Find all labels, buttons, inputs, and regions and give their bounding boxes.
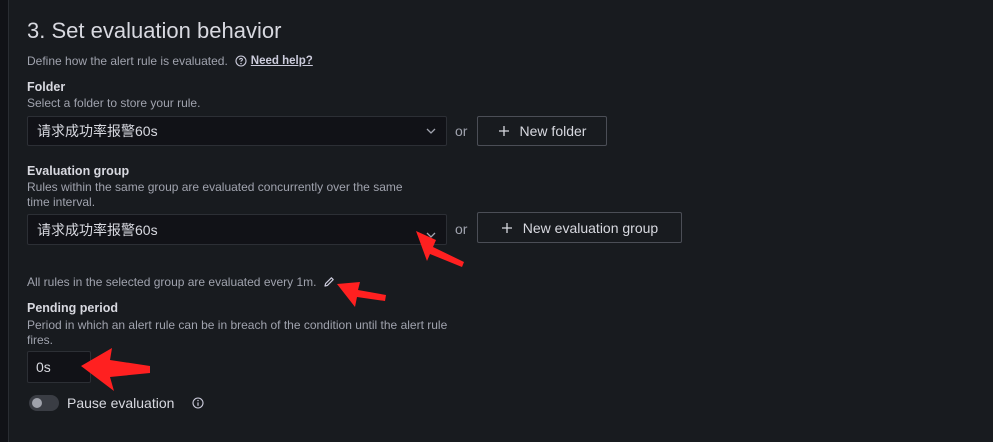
evaluation-interval-row: All rules in the selected group are eval… [27,275,335,289]
evaluation-group-select-value: 请求成功率报警60s [37,221,158,238]
pending-period-value: 0s [36,359,51,375]
edit-interval-button[interactable] [323,276,335,288]
section-description: Define how the alert rule is evaluated. [27,54,228,68]
pause-evaluation-toggle[interactable] [29,395,59,411]
new-folder-button[interactable]: New folder [477,116,607,146]
folder-description: Select a folder to store your rule. [27,96,201,110]
question-circle-icon [235,55,247,67]
section-description-row: Define how the alert rule is evaluated. … [27,54,313,68]
pending-period-description-line1: Period in which an alert rule can be in … [27,318,448,332]
plus-icon [501,222,512,233]
need-help-label: Need help? [250,55,313,67]
new-evaluation-group-label: New evaluation group [522,219,659,236]
section-title: 3. Set evaluation behavior [27,18,282,43]
new-evaluation-group-button[interactable]: New evaluation group [477,212,682,243]
toggle-knob [32,398,42,408]
pending-period-label: Pending period [27,301,118,315]
left-panel-border [0,0,9,442]
plus-icon [498,126,509,136]
pencil-icon [323,277,334,287]
folder-or-text: or [455,123,468,139]
info-circle-icon [192,397,204,409]
annotation-arrow [416,231,464,267]
evaluation-group-description-line1: Rules within the same group are evaluate… [27,180,403,194]
folder-select-value: 请求成功率报警60s [37,123,158,139]
chevron-down-icon [426,128,436,134]
annotation-arrow [81,348,150,391]
evaluation-interval-text: All rules in the selected group are eval… [27,275,317,289]
folder-select[interactable]: 请求成功率报警60s [27,116,447,146]
folder-label: Folder [27,80,66,94]
need-help-link[interactable]: Need help? [235,55,313,67]
evaluation-group-description-line2: time interval. [27,195,96,209]
evaluation-group-select[interactable]: 请求成功率报警60s [27,214,447,245]
evaluation-group-label: Evaluation group [27,164,130,178]
new-folder-label: New folder [519,123,587,139]
pause-evaluation-label: Pause evaluation [67,395,175,411]
annotation-arrow [337,282,386,307]
pending-period-description-line2: fires. [27,333,54,347]
